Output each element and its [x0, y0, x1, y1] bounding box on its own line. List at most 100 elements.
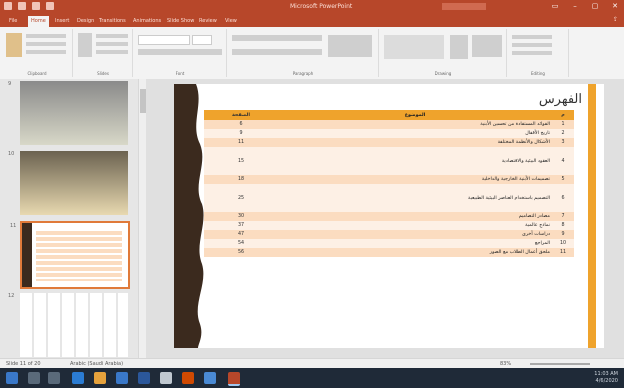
font-name-select[interactable]: [138, 35, 190, 45]
taskbar: 11:03 AM 4/6/2020: [0, 368, 624, 388]
clock-date: 4/6/2020: [595, 378, 618, 384]
reset-button[interactable]: [96, 42, 128, 46]
table-row: 37 نماذج عالمية 8: [204, 221, 574, 230]
cell-page: 47: [204, 230, 278, 239]
cell-page: 18: [204, 175, 278, 184]
redo-icon[interactable]: [32, 2, 40, 10]
list-buttons[interactable]: [232, 35, 322, 41]
clipboard-group-label: Clipboard: [27, 71, 47, 76]
zoom-slider[interactable]: [530, 363, 590, 365]
save-icon[interactable]: [4, 2, 12, 10]
tab-file[interactable]: File: [6, 16, 20, 27]
undo-icon[interactable]: [18, 2, 26, 10]
slide-number: 10: [8, 151, 15, 157]
drawing-group-label: Drawing: [434, 71, 452, 76]
tab-animations[interactable]: Animations: [130, 16, 164, 27]
select-button[interactable]: [512, 51, 552, 55]
format-painter-button[interactable]: [26, 50, 66, 54]
tab-slide-show[interactable]: Slide Show: [164, 16, 197, 27]
align-buttons[interactable]: [232, 49, 322, 55]
index-table: الصفحة الموضوع م 6 الفوائد المستفادة من ت…: [204, 110, 574, 257]
zoom-level[interactable]: 83%: [500, 361, 511, 367]
cell-index: 5: [552, 175, 574, 184]
cell-topic: مصادر التصاميم: [278, 212, 552, 221]
text-direction-buttons[interactable]: [328, 35, 372, 57]
cell-page: 25: [204, 184, 278, 212]
cell-topic: المراجع: [278, 239, 552, 248]
share-button[interactable]: ⇪: [613, 16, 618, 23]
cell-index: 3: [552, 138, 574, 147]
font-format-buttons[interactable]: [138, 49, 222, 55]
edge-icon[interactable]: [72, 372, 84, 384]
customize-qat-icon[interactable]: [46, 2, 54, 10]
section-button[interactable]: [96, 50, 128, 54]
system-tray[interactable]: 11:03 AM 4/6/2020: [594, 371, 618, 385]
table-row: 6 الفوائد المستفادة من تحسين الأبنية 1: [204, 120, 574, 129]
editing-group: Editing: [508, 29, 569, 77]
cell-topic: تصميمات الأبنية الخارجية والداخلية: [278, 175, 552, 184]
paste-button[interactable]: [6, 33, 22, 57]
table-row: 11 الأشكال والأنظمة المختلفة 3: [204, 138, 574, 147]
file-explorer-icon[interactable]: [94, 372, 106, 384]
store-icon[interactable]: [116, 372, 128, 384]
clock-time: 11:03 AM: [594, 371, 618, 377]
shapes-gallery[interactable]: [384, 35, 444, 59]
photos-icon[interactable]: [204, 372, 216, 384]
slide-number: 11: [10, 223, 17, 229]
tab-insert[interactable]: Insert: [52, 16, 72, 27]
slide-thumbnail-11[interactable]: 11: [10, 221, 130, 289]
tab-design[interactable]: Design: [74, 16, 97, 27]
font-group-label: Font: [175, 71, 185, 76]
cell-page: 37: [204, 221, 278, 230]
office-icon[interactable]: [182, 372, 194, 384]
table-row: 9 تاريخ الأقفال 2: [204, 129, 574, 138]
minimize-icon[interactable]: –: [570, 2, 580, 10]
tab-transitions[interactable]: Transitions: [96, 16, 129, 27]
tell-me-box[interactable]: [270, 17, 380, 24]
clipboard-group: Clipboard: [2, 29, 73, 77]
sign-in-area[interactable]: [442, 3, 486, 10]
current-slide[interactable]: الفهرس الصفحة الموضوع م 6 الفوائد المستفا…: [174, 84, 604, 348]
maximize-icon[interactable]: ▢: [590, 2, 600, 10]
cell-page: 11: [204, 138, 278, 147]
thumb-wave: [22, 223, 32, 287]
language-indicator: Arabic (Saudi Arabia): [70, 361, 124, 367]
cell-topic: الفوائد المستفادة من تحسين الأبنية: [278, 120, 552, 129]
app-icon[interactable]: [160, 372, 172, 384]
cell-topic: نماذج عالمية: [278, 221, 552, 230]
shape-style-buttons[interactable]: [472, 35, 502, 57]
cell-index: 9: [552, 230, 574, 239]
font-group: Font: [134, 29, 227, 77]
ribbon-tabs: ⇪ File Home Insert Design Transitions Animati…: [0, 14, 624, 27]
table-row: 47 دراسات أخرى 9: [204, 230, 574, 239]
font-size-select[interactable]: [192, 35, 212, 45]
table-row: 15 العقود البيئية والاقتصادية 4: [204, 147, 574, 175]
powerpoint-icon[interactable]: [228, 372, 240, 386]
new-slide-button[interactable]: [78, 33, 92, 57]
start-icon[interactable]: [6, 372, 18, 384]
slide-thumbnail-12[interactable]: 12: [8, 293, 128, 357]
slide-thumbnail-10[interactable]: 10: [8, 151, 128, 215]
layout-button[interactable]: [96, 34, 128, 38]
cell-page: 30: [204, 212, 278, 221]
cut-button[interactable]: [26, 34, 66, 38]
copy-button[interactable]: [26, 42, 66, 46]
drawing-group: Drawing: [380, 29, 507, 77]
task-view-icon[interactable]: [48, 372, 60, 384]
tab-review[interactable]: Review: [196, 16, 220, 27]
tab-view[interactable]: View: [222, 16, 240, 27]
cell-topic: التصميم باستخدام العناصر البيئية الطبيعي…: [278, 184, 552, 212]
cell-topic: تاريخ الأقفال: [278, 129, 552, 138]
arrange-button[interactable]: [450, 35, 468, 59]
tab-home[interactable]: Home: [28, 16, 49, 27]
quick-access-toolbar: [4, 2, 54, 10]
ribbon-display-icon[interactable]: ▭: [550, 2, 560, 10]
slides-panel: 9 10 11 12: [0, 79, 138, 358]
find-button[interactable]: [512, 35, 552, 39]
close-icon[interactable]: ✕: [610, 2, 620, 10]
slide-thumbnail-9[interactable]: 9: [8, 81, 128, 145]
replace-button[interactable]: [512, 43, 552, 47]
word-icon[interactable]: [138, 372, 150, 384]
search-icon[interactable]: [28, 372, 40, 384]
cell-index: 6: [552, 184, 574, 212]
